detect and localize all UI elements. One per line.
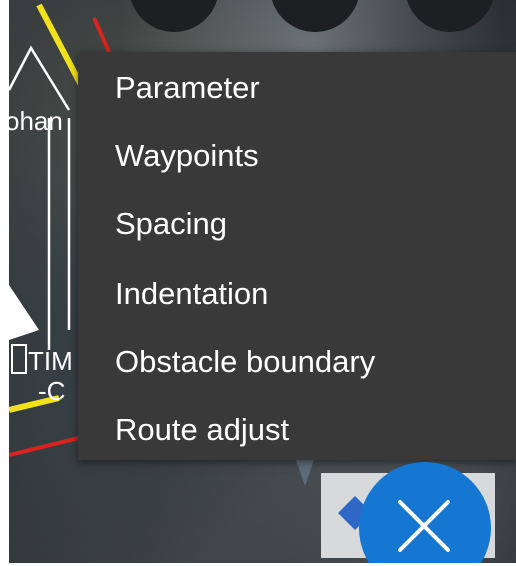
map-label-tim: TIM bbox=[28, 346, 73, 376]
context-menu: Parameter Waypoints Spacing Indentation … bbox=[78, 52, 516, 460]
red-boundary-line-bottom bbox=[9, 436, 80, 457]
menu-pointer-arrow bbox=[296, 460, 314, 486]
menu-item-indentation[interactable]: Indentation bbox=[115, 270, 268, 318]
map-screen: ohan TIM -C Parameter Waypoints Spacing … bbox=[9, 0, 516, 563]
map-marker-box bbox=[11, 344, 27, 374]
map-label-c: -C bbox=[38, 376, 66, 406]
menu-item-obstacle-boundary[interactable]: Obstacle boundary bbox=[115, 338, 375, 386]
menu-item-route-adjust[interactable]: Route adjust bbox=[115, 406, 289, 454]
drone-marker bbox=[9, 285, 39, 340]
white-route-line bbox=[9, 45, 71, 111]
menu-item-waypoints[interactable]: Waypoints bbox=[115, 132, 259, 180]
menu-item-parameter[interactable]: Parameter bbox=[115, 64, 260, 112]
close-icon bbox=[398, 500, 450, 552]
map-label-name: ohan bbox=[9, 106, 63, 136]
red-boundary-line-top bbox=[92, 17, 111, 53]
menu-item-spacing[interactable]: Spacing bbox=[115, 200, 227, 248]
